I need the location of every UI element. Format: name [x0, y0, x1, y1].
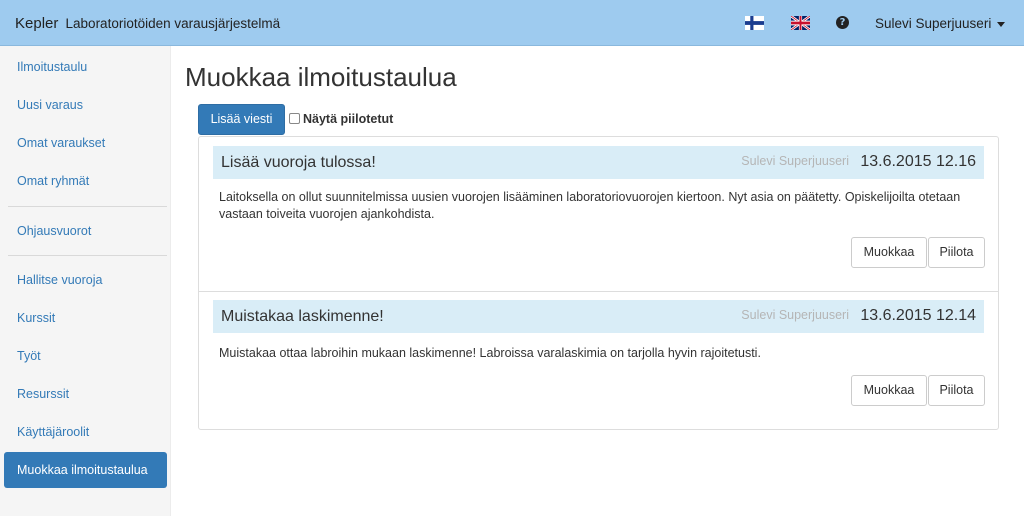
add-message-button[interactable]: Lisää viesti	[198, 104, 285, 135]
user-name: Sulevi Superjuuseri	[875, 16, 992, 31]
message-title: Muistakaa laskimenne!	[221, 308, 384, 325]
sidebar-item-kayttajaroolit[interactable]: Käyttäjäroolit	[4, 415, 167, 449]
message-body: Muistakaa ottaa labroihin mukaan laskime…	[219, 346, 761, 360]
hide-message-button[interactable]: Piilota	[928, 237, 985, 268]
sidebar-divider	[8, 255, 167, 256]
show-hidden-label: Näytä piilotetut	[303, 112, 394, 126]
sidebar-item-uusi-varaus[interactable]: Uusi varaus	[4, 88, 167, 122]
message-body: Laitoksella on ollut suunnitelmissa uusi…	[219, 190, 961, 221]
sidebar-item-resurssit[interactable]: Resurssit	[4, 377, 167, 411]
top-navbar: Kepler Laboratoriotöiden varausjärjestel…	[0, 0, 1024, 46]
messages-panel: Lisää vuoroja tulossa! Sulevi Superjuuse…	[198, 136, 999, 430]
brand-name: Kepler	[15, 15, 59, 32]
sidebar-item-ohjausvuorot[interactable]: Ohjausvuorot	[4, 214, 167, 248]
sidebar-item-hallitse-vuoroja[interactable]: Hallitse vuoroja	[4, 263, 167, 297]
message-divider	[199, 291, 998, 292]
message-heading: Lisää vuoroja tulossa! Sulevi Superjuuse…	[213, 146, 984, 179]
user-menu-dropdown[interactable]: Sulevi Superjuuseri	[875, 16, 1006, 31]
show-hidden-checkbox[interactable]	[289, 113, 300, 124]
brand-subtitle: Laboratoriotöiden varausjärjestelmä	[65, 16, 281, 31]
caret-down-icon	[997, 21, 1006, 27]
brand[interactable]: Kepler Laboratoriotöiden varausjärjestel…	[15, 15, 280, 32]
edit-message-button[interactable]: Muokkaa	[851, 237, 927, 268]
flag-finland-icon[interactable]	[745, 16, 764, 30]
message-date: 13.6.2015 12.14	[860, 307, 976, 324]
message-title: Lisää vuoroja tulossa!	[221, 154, 376, 171]
sidebar-item-kurssit[interactable]: Kurssit	[4, 301, 167, 335]
sidebar-item-muokkaa-ilmoitustaulua[interactable]: Muokkaa ilmoitustaulua	[4, 452, 167, 488]
flag-uk-icon[interactable]	[791, 16, 810, 30]
message-author: Sulevi Superjuuseri	[741, 308, 849, 322]
sidebar-item-ilmoitustaulu[interactable]: Ilmoitustaulu	[4, 50, 167, 84]
edit-message-button[interactable]: Muokkaa	[851, 375, 927, 406]
question-circle-icon[interactable]: ?	[836, 16, 849, 29]
message-heading: Muistakaa laskimenne! Sulevi Superjuuser…	[213, 300, 984, 333]
page-title: Muokkaa ilmoitustaulua	[185, 62, 457, 92]
sidebar: Ilmoitustaulu Uusi varaus Omat varaukset…	[0, 46, 171, 516]
message-date: 13.6.2015 12.16	[860, 153, 976, 170]
sidebar-divider	[8, 206, 167, 207]
show-hidden-toggle[interactable]: Näytä piilotetut	[289, 111, 393, 126]
message-author: Sulevi Superjuuseri	[741, 154, 849, 168]
sidebar-item-omat-ryhmat[interactable]: Omat ryhmät	[4, 164, 167, 198]
sidebar-item-tyot[interactable]: Työt	[4, 339, 167, 373]
hide-message-button[interactable]: Piilota	[928, 375, 985, 406]
sidebar-item-omat-varaukset[interactable]: Omat varaukset	[4, 126, 167, 160]
